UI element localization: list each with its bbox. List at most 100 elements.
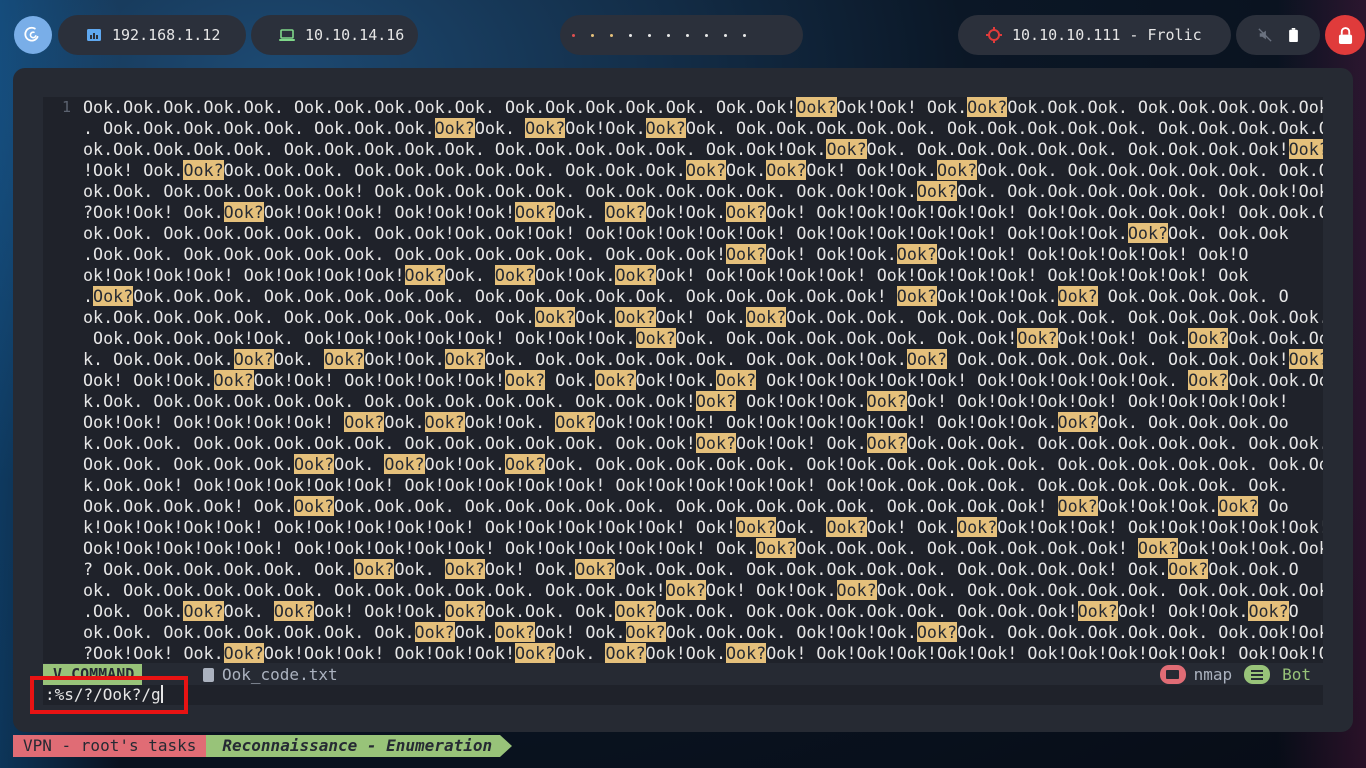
workspace-dot-10[interactable] [743, 33, 746, 37]
lock-icon [1338, 26, 1352, 44]
vpn-ip-text: 10.10.14.16 [305, 26, 405, 44]
search-match: Ook? [726, 202, 767, 222]
search-match: Ook? [1288, 139, 1323, 159]
search-match: Ook? [967, 97, 1008, 117]
tmux-statusbar: VPN - root's tasks Reconnaissance - Enum… [13, 735, 513, 757]
search-match: Ook? [665, 580, 706, 600]
search-match: Ook? [916, 181, 958, 201]
vpn-ip-widget[interactable]: 10.10.14.16 [251, 15, 418, 55]
vim-statusline: V COMMAND Ook_code.txt nmap Bot [43, 664, 1323, 685]
search-match: Ook? [1127, 223, 1169, 243]
search-match: Ook? [615, 265, 656, 285]
search-match: Ook? [444, 559, 485, 579]
text-line: k.Ook. Ook.Ook.Ook.Ook.Ook. Ook.Ook.Ook.… [83, 391, 1289, 411]
text-line: ok.Ook. Ook.Ook.Ook.Ook.Ook! Ook.Ook.Ook… [83, 181, 1323, 201]
search-match: Ook? [515, 643, 556, 663]
text-line: Ook.Ook.Ook.Ook!Ook. Ook!Ook!Ook!Ook!Ook… [83, 328, 1323, 348]
search-match: Ook? [615, 601, 656, 621]
workspace-dot-2[interactable] [591, 33, 594, 37]
search-match: Ook? [715, 370, 757, 390]
text-line: Ook!Ook! Ook!Ook!Ook!Ook! Ook?Ook.Ook?Oo… [83, 412, 1289, 432]
text-line: Ook! Ook!Ook.Ook?Ook!Ook! Ook!Ook!Ook!Oo… [83, 370, 1323, 390]
search-match: Ook? [896, 244, 937, 264]
command-line[interactable]: :%s/?/Ook?/g [43, 685, 1323, 705]
local-ip-text: 192.168.1.12 [112, 26, 221, 44]
target-text: 10.10.10.111 - Frolic [1012, 26, 1202, 44]
search-match: Ook? [1248, 601, 1289, 621]
search-match: Ook? [906, 349, 948, 369]
text-line: ok.Ook. Ook.Ook.Ook.Ook.Ook. Ook.Ook?Ook… [83, 622, 1323, 642]
statusline-right: nmap Bot [1159, 664, 1323, 685]
search-match: Ook? [726, 643, 767, 663]
search-match: Ook? [515, 202, 556, 222]
search-match: Ook? [1057, 286, 1098, 306]
text-line: ?Ook!Ook! Ook.Ook?Ook!Ook!Ook! Ook!Ook!O… [83, 202, 1323, 222]
text-line: Ook.Ook.Ook.Ook.Ook. Ook.Ook.Ook.Ook.Ook… [83, 97, 1323, 117]
search-match: Ook? [183, 601, 224, 621]
tmux-window[interactable]: Reconnaissance - Enumeration [206, 735, 501, 757]
search-match: Ook? [957, 517, 998, 537]
session-name: nmap [1193, 665, 1233, 684]
search-match: Ook? [605, 643, 646, 663]
text-line: ok.Ook. Ook.Ook.Ook.Ook.Ook. Ook.Ook!Ook… [83, 223, 1289, 243]
search-match: Ook? [535, 307, 576, 327]
search-match: Ook? [494, 265, 536, 285]
workspace-dot-9[interactable] [724, 33, 727, 37]
workspace-dot-8[interactable] [705, 33, 708, 37]
vim-editor[interactable]: 1 Ook.Ook.Ook.Ook.Ook. Ook.Ook.Ook.Ook.O… [43, 97, 1323, 663]
search-match: Ook? [1137, 538, 1179, 558]
file-content[interactable]: Ook.Ook.Ook.Ook.Ook. Ook.Ook.Ook.Ook.Ook… [83, 97, 1323, 663]
text-line: k. Ook.Ook.Ook.Ook?Ook. Ook?Ook!Ook.Ook?… [83, 349, 1323, 370]
search-match: Ook? [1288, 349, 1323, 369]
search-match: Ook? [1057, 412, 1098, 432]
terminal-window[interactable]: 1 Ook.Ook.Ook.Ook.Ook. Ook.Ook.Ook.Ook.O… [13, 68, 1353, 732]
search-match: Ook? [354, 559, 395, 579]
workspace-dot-4[interactable] [629, 33, 632, 37]
search-match: Ook? [555, 412, 596, 432]
network-icon [87, 29, 101, 41]
search-match: Ook? [726, 244, 767, 264]
workspace-dot-1[interactable] [572, 33, 575, 37]
workspace-dot-7[interactable] [686, 33, 689, 37]
text-line: Ook.Ook.Ook.Ook! Ook.Ook?Ook.Ook.Ook. Oo… [83, 496, 1289, 516]
workspace-dot-6[interactable] [667, 33, 670, 37]
search-match: Ook? [736, 517, 777, 537]
search-match: Ook? [866, 391, 907, 411]
text-line: ok.Ook.Ook.Ook.Ook. Ook.Ook.Ook.Ook.Ook.… [83, 139, 1323, 160]
search-match: Ook? [826, 139, 867, 159]
search-match: Ook? [796, 97, 837, 117]
search-match: Ook? [645, 118, 686, 138]
local-ip-widget[interactable]: 192.168.1.12 [58, 15, 246, 55]
battery-icon[interactable] [1288, 28, 1298, 42]
workspace-dot-3[interactable] [610, 33, 613, 37]
search-match: Ook? [183, 160, 224, 180]
search-match: Ook? [695, 391, 737, 411]
muted-speaker-icon[interactable] [1258, 28, 1272, 42]
folder-icon [1159, 665, 1186, 684]
workspace-switcher[interactable] [560, 15, 803, 55]
filename-text: Ook_code.txt [222, 665, 338, 684]
file-icon [203, 668, 214, 682]
search-match: Ook? [213, 370, 254, 390]
search-match: Ook? [1077, 601, 1118, 621]
search-match: Ook? [1057, 496, 1098, 516]
workspace-dots[interactable] [566, 33, 746, 37]
target-widget[interactable]: 10.10.10.111 - Frolic [958, 15, 1231, 55]
tmux-session[interactable]: VPN - root's tasks [13, 735, 207, 757]
search-match: Ook? [424, 412, 465, 432]
debian-logo-button[interactable] [14, 16, 52, 54]
search-match: Ook? [273, 601, 315, 621]
search-match: Ook? [293, 496, 335, 516]
filename: Ook_code.txt [203, 664, 338, 685]
search-match: Ook? [494, 622, 536, 642]
line-number: 1 [61, 98, 71, 116]
search-match: Ook? [826, 517, 867, 537]
lock-button[interactable] [1325, 15, 1365, 55]
workspace-dot-5[interactable] [648, 33, 651, 37]
search-match: Ook? [936, 160, 978, 180]
search-match: Ook? [504, 370, 546, 390]
search-match: Ook? [444, 349, 485, 369]
text-line: k!Ook!Ook!Ook!Ook! Ook!Ook!Ook!Ook!Ook! … [83, 517, 1323, 537]
system-tray[interactable] [1236, 15, 1320, 55]
search-match: Ook? [1188, 328, 1229, 348]
